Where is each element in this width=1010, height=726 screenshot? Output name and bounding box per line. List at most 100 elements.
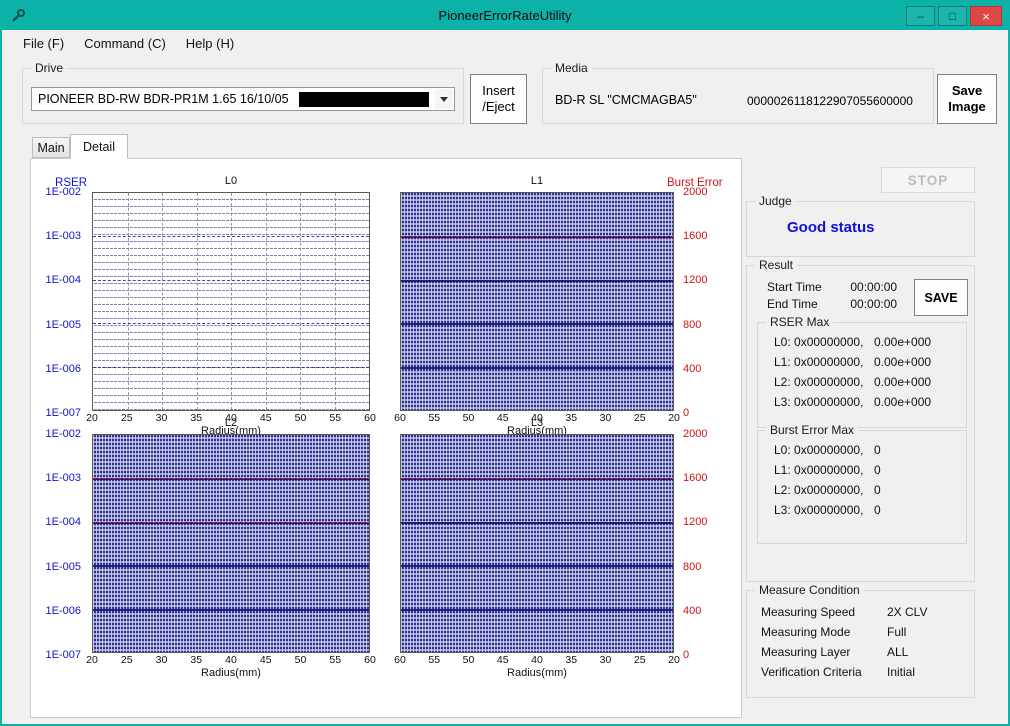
gridline-vertical	[162, 193, 163, 410]
rser-max-row-value: 0.00e+000	[874, 335, 931, 349]
burst-tick-label: 2000	[683, 186, 707, 198]
rser-max-row-value: 0.00e+000	[874, 355, 931, 369]
save-image-button[interactable]: Save Image	[937, 74, 997, 124]
menu-file[interactable]: File (F)	[14, 33, 73, 54]
rser-max-row-name: L3: 0x00000000,	[774, 395, 874, 409]
measure-condition-group: Measure Condition Measuring Speed2X CLV …	[746, 590, 975, 698]
measure-row: Measuring Speed2X CLV	[761, 605, 970, 625]
x-tick-label: 20	[668, 654, 680, 666]
gridline-vertical	[335, 193, 336, 410]
rser-tick-label: 1E-006	[46, 363, 81, 375]
menu-command[interactable]: Command (C)	[75, 33, 175, 54]
measure-row-name: Verification Criteria	[761, 665, 887, 679]
measure-row: Measuring LayerALL	[761, 645, 970, 665]
rser-tick-label: 1E-003	[46, 472, 81, 484]
app-window: PioneerErrorRateUtility – □ × File (F) C…	[0, 0, 1010, 726]
burst-tick-label: 1600	[683, 230, 707, 242]
burst-tick-label: 1200	[683, 274, 707, 286]
chart-panel: RSER Burst Error 1E-0021E-0031E-0041E-00…	[30, 158, 742, 718]
minimize-button[interactable]: –	[906, 6, 935, 26]
gridline-vertical	[266, 193, 267, 410]
chart-plot-l2	[92, 434, 370, 653]
end-time-value: 00:00:00	[850, 297, 897, 311]
menubar: File (F) Command (C) Help (H)	[2, 30, 1008, 56]
insert-eject-label-line2: /Eject	[482, 99, 515, 115]
drive-group-label: Drive	[31, 61, 67, 75]
rser-max-row-name: L0: 0x00000000,	[774, 335, 874, 349]
titlebar[interactable]: PioneerErrorRateUtility – □ ×	[2, 2, 1008, 30]
burst-tick-label: 800	[683, 561, 701, 573]
tab-detail[interactable]: Detail	[70, 134, 128, 159]
tab-main[interactable]: Main	[32, 137, 70, 158]
media-type-text: BD-R SL "CMCMAGBA5"	[555, 93, 697, 107]
x-tick-label: 50	[295, 654, 307, 666]
start-time-label: Start Time	[767, 280, 847, 294]
stop-button[interactable]: STOP	[881, 167, 975, 193]
rser-max-row: L0: 0x00000000,0.00e+000	[774, 335, 962, 355]
save-button[interactable]: SAVE	[914, 279, 968, 316]
x-tick-labels: 202530354045505560	[92, 654, 370, 667]
rser-max-row-name: L2: 0x00000000,	[774, 375, 874, 389]
burst-error-max-rows: L0: 0x00000000,0 L1: 0x00000000,0 L2: 0x…	[774, 443, 962, 523]
x-tick-label: 60	[364, 654, 376, 666]
burst-tick-label: 2000	[683, 428, 707, 440]
measure-row-name: Measuring Mode	[761, 625, 887, 639]
measure-row: Measuring ModeFull	[761, 625, 970, 645]
x-tick-label: 40	[531, 654, 543, 666]
chart-title: L2	[92, 417, 370, 434]
rser-tick-label: 1E-007	[46, 649, 81, 661]
burst-max-row-name: L0: 0x00000000,	[774, 443, 874, 457]
window-title: PioneerErrorRateUtility	[2, 2, 1008, 30]
gridline-decade	[401, 522, 673, 524]
close-button[interactable]: ×	[970, 6, 1002, 26]
burst-max-row: L1: 0x00000000,0	[774, 463, 962, 483]
gridline-decade	[401, 367, 673, 369]
burst-max-row-name: L3: 0x00000000,	[774, 503, 874, 517]
burst-max-row: L2: 0x00000000,0	[774, 483, 962, 503]
burst-max-row-value: 0	[874, 483, 881, 497]
rser-tick-labels-row1: 1E-0021E-0031E-0041E-0051E-0061E-007	[33, 192, 87, 413]
chart-l3: L3605550454035302520Radius(mm)	[400, 417, 674, 681]
chart-plot-l0	[92, 192, 370, 411]
insert-eject-button[interactable]: Insert /Eject	[470, 74, 527, 124]
measure-row: Verification CriteriaInitial	[761, 665, 970, 685]
rser-tick-label: 1E-002	[46, 186, 81, 198]
maximize-button[interactable]: □	[938, 6, 967, 26]
x-tick-label: 25	[121, 654, 133, 666]
burst-tick-labels-row1: 2000160012008004000	[677, 192, 723, 413]
x-tick-label: 30	[600, 654, 612, 666]
rser-max-group: RSER Max L0: 0x00000000,0.00e+000 L1: 0x…	[757, 322, 967, 428]
chart-plot-l1	[400, 192, 674, 411]
burst-max-row-value: 0	[874, 443, 881, 457]
end-time-row: End Time 00:00:00	[767, 297, 897, 311]
rser-tick-labels-row2: 1E-0021E-0031E-0041E-0051E-0061E-007	[33, 434, 87, 655]
chart-l1: L1605550454035302520Radius(mm)	[400, 175, 674, 439]
save-image-label-line2: Image	[948, 99, 986, 115]
burst-max-row: L3: 0x00000000,0	[774, 503, 962, 523]
judge-group: Judge Good status	[746, 201, 975, 257]
judge-status: Good status	[787, 219, 875, 236]
rser-max-row: L3: 0x00000000,0.00e+000	[774, 395, 962, 415]
rser-tick-label: 1E-006	[46, 605, 81, 617]
burst-tick-labels-row2: 2000160012008004000	[677, 434, 723, 655]
burst-error-max-label: Burst Error Max	[766, 423, 858, 437]
x-tick-labels: 605550454035302520	[400, 654, 674, 667]
media-group: Media BD-R SL "CMCMAGBA5" 00000261181229…	[542, 68, 934, 124]
rser-tick-label: 1E-005	[46, 319, 81, 331]
chart-l0: L0202530354045505560Radius(mm)	[92, 175, 370, 439]
x-tick-label: 60	[394, 654, 406, 666]
menu-help[interactable]: Help (H)	[177, 33, 243, 54]
rser-max-row-name: L1: 0x00000000,	[774, 355, 874, 369]
result-group: Result Start Time 00:00:00 End Time 00:0…	[746, 265, 975, 582]
measure-row-value: Initial	[887, 665, 915, 679]
media-group-label: Media	[551, 61, 592, 75]
burst-tick-label: 0	[683, 649, 689, 661]
burst-tick-label: 1600	[683, 472, 707, 484]
drive-select[interactable]: PIONEER BD-RW BDR-PR1M 1.65 16/10/05	[31, 87, 455, 111]
rser-tick-label: 1E-004	[46, 274, 81, 286]
measure-condition-rows: Measuring Speed2X CLV Measuring ModeFull…	[761, 605, 970, 685]
dropdown-arrow-icon[interactable]	[435, 89, 453, 109]
burst-max-row-value: 0	[874, 463, 881, 477]
chart-plot-l3	[400, 434, 674, 653]
chart-l2: L2202530354045505560Radius(mm)	[92, 417, 370, 681]
